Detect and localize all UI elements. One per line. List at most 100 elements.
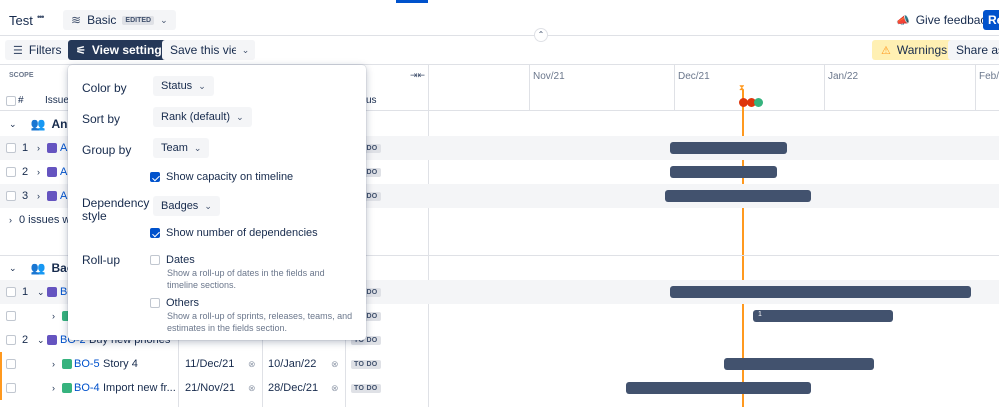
dependency-style-dropdown[interactable]: Badges ⌄ xyxy=(153,196,220,216)
expand-row-icon[interactable]: › xyxy=(52,311,55,321)
rollup-others-label: Others xyxy=(166,297,200,309)
collapse-row-icon[interactable]: ⌄ xyxy=(37,335,45,346)
row-checkbox[interactable] xyxy=(6,143,16,153)
month-divider xyxy=(824,65,825,111)
give-feedback-button[interactable]: 📣 Give feedback xyxy=(896,12,992,28)
collapse-group-icon[interactable]: ⌄ xyxy=(9,119,17,130)
today-marker-icon: ⧗ xyxy=(739,83,745,92)
start-date[interactable]: 11/Dec/21 xyxy=(185,358,234,370)
row-checkbox[interactable] xyxy=(6,191,16,201)
start-date[interactable]: 21/Nov/21 xyxy=(185,382,235,394)
row-checkbox[interactable] xyxy=(6,287,16,297)
release-button[interactable]: Re xyxy=(983,10,999,30)
issue-key[interactable]: BO-5 xyxy=(74,358,100,370)
rollup-dates-checkbox[interactable] xyxy=(150,255,160,265)
show-dependencies-option[interactable]: Show number of dependencies xyxy=(150,227,318,239)
scope-header: SCOPE xyxy=(9,72,34,79)
group-by-value: Team xyxy=(161,142,188,154)
expand-row-icon[interactable]: › xyxy=(37,191,40,201)
timeline-bar[interactable] xyxy=(670,166,777,178)
timeline-bar[interactable] xyxy=(665,190,811,202)
row-checkbox[interactable] xyxy=(6,167,16,177)
chevron-down-icon: ⌄ xyxy=(204,200,212,211)
row-checkbox[interactable] xyxy=(6,335,16,345)
color-by-dropdown[interactable]: Status ⌄ xyxy=(153,76,214,96)
collapse-group-icon[interactable]: ⌄ xyxy=(9,263,17,274)
share-as-label: Share as xyxy=(956,43,999,57)
collapse-header-icon[interactable]: ⌃ xyxy=(534,28,548,42)
month-label: Feb/ xyxy=(979,71,999,82)
select-all-checkbox[interactable] xyxy=(6,95,16,109)
expand-row-icon[interactable]: › xyxy=(52,359,55,369)
expand-row-icon[interactable]: › xyxy=(37,143,40,153)
row-number: 2 xyxy=(22,166,29,178)
timeline-bar[interactable] xyxy=(724,358,874,370)
timeline-bar[interactable] xyxy=(670,286,971,298)
row-checkbox[interactable] xyxy=(6,311,16,321)
epic-icon xyxy=(47,335,57,345)
warnings-button[interactable]: ⚠ Warnings xyxy=(872,40,957,60)
story-icon xyxy=(62,383,72,393)
rollup-others-checkbox[interactable] xyxy=(150,298,160,308)
header-divider xyxy=(0,35,999,36)
status-badge[interactable]: TO DO xyxy=(351,384,381,393)
month-divider xyxy=(529,65,530,111)
clear-date-icon[interactable]: ⊗ xyxy=(331,383,339,394)
view-settings-button[interactable]: ⚟ View settings xyxy=(68,40,177,60)
row-number: 2 xyxy=(22,334,29,346)
clear-date-icon[interactable]: ⊗ xyxy=(248,383,256,394)
due-date[interactable]: 28/Dec/21 xyxy=(268,382,318,394)
status-badge[interactable]: TO DO xyxy=(351,360,381,369)
collapse-fields-icon[interactable]: ⇥⇤ xyxy=(410,70,425,81)
month-label: Jan/22 xyxy=(828,71,859,82)
row-number: 1 xyxy=(22,142,29,154)
timeline-bar[interactable] xyxy=(626,382,811,394)
rollup-dates-label: Dates xyxy=(166,254,195,266)
expand-row-icon[interactable]: › xyxy=(37,167,40,177)
row-number: 1 xyxy=(22,286,29,298)
show-capacity-option[interactable]: Show capacity on timeline xyxy=(150,171,293,183)
share-as-button[interactable]: Share as xyxy=(948,40,999,60)
warnings-label: Warnings xyxy=(896,43,948,57)
release-button-label: Re xyxy=(988,13,999,27)
issue-summary[interactable]: Story 4 xyxy=(103,358,138,370)
row-checkbox[interactable] xyxy=(6,383,16,393)
sort-by-dropdown[interactable]: Rank (default) ⌄ xyxy=(153,107,252,127)
issue-summary[interactable]: Import new fr... xyxy=(103,382,176,394)
epic-icon xyxy=(47,167,57,177)
warning-icon: ⚠ xyxy=(881,44,891,57)
filters-button[interactable]: ☰ Filters xyxy=(5,40,70,60)
rollup-others-description: Show a roll-up of sprints, releases, tea… xyxy=(167,311,353,333)
show-dependencies-checkbox[interactable] xyxy=(150,228,160,238)
sort-by-label: Sort by xyxy=(82,112,121,126)
rollup-dates-option[interactable]: Dates xyxy=(150,254,195,266)
group-by-dropdown[interactable]: Team ⌄ xyxy=(153,138,210,158)
filter-icon: ☰ xyxy=(13,44,23,57)
rollup-others-option[interactable]: Others xyxy=(150,297,199,309)
color-by-value: Status xyxy=(161,80,193,92)
save-view-more-button[interactable]: ⌄ xyxy=(236,40,255,60)
dependency-ok-icon[interactable] xyxy=(754,98,763,107)
chevron-down-icon: ⌄ xyxy=(193,142,202,153)
clear-date-icon[interactable]: ⊗ xyxy=(248,359,256,370)
timeline-bar[interactable]: 1 xyxy=(753,310,893,322)
color-by-label: Color by xyxy=(82,81,127,95)
expand-row-icon[interactable]: › xyxy=(9,215,12,225)
timeline-bar[interactable] xyxy=(670,142,787,154)
collapse-row-icon[interactable]: ⌄ xyxy=(37,287,45,298)
month-label: Nov/21 xyxy=(533,71,565,82)
expand-row-icon[interactable]: › xyxy=(52,383,55,393)
issue-key[interactable]: BO-4 xyxy=(74,382,100,394)
show-capacity-checkbox[interactable] xyxy=(150,172,160,182)
due-date[interactable]: 10/Jan/22 xyxy=(268,358,316,370)
view-selector[interactable]: ≋ Basic EDITED ⌄ xyxy=(63,10,176,30)
view-name: Basic xyxy=(87,13,117,27)
issue-column-header: Issue xyxy=(45,95,69,106)
row-checkbox[interactable] xyxy=(6,359,16,369)
epic-icon xyxy=(47,143,57,153)
number-column-header: # xyxy=(18,95,24,106)
more-actions-icon[interactable]: ••• xyxy=(37,12,45,22)
give-feedback-label: Give feedback xyxy=(915,13,993,27)
clear-date-icon[interactable]: ⊗ xyxy=(331,359,339,370)
epic-icon xyxy=(47,191,57,201)
